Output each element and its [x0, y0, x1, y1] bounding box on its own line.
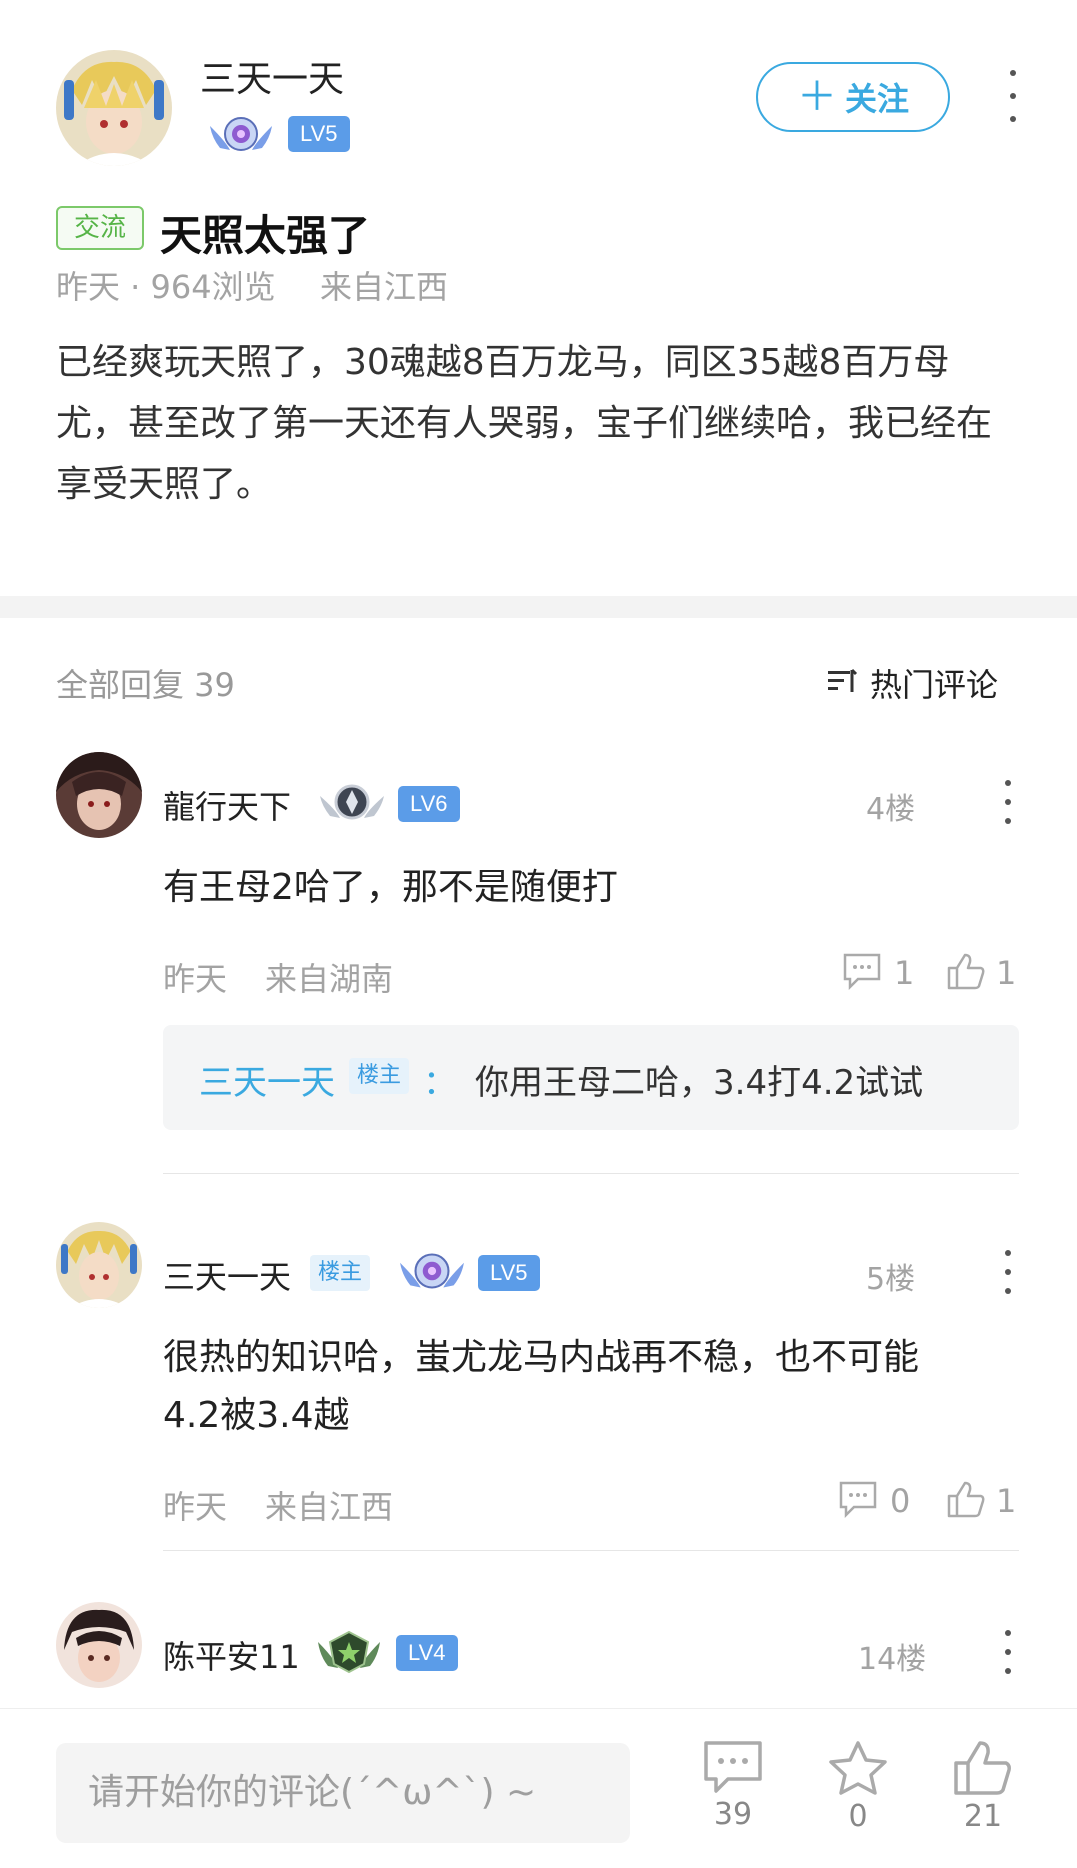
rank-emblem-icon	[316, 1628, 382, 1674]
sub-reply-box[interactable]: 三天一天 楼主 ： 你用王母二哈，3.4打4.2试试	[163, 1025, 1019, 1130]
star-icon	[813, 1739, 903, 1797]
comment-level-badge: LV4	[396, 1635, 458, 1671]
comment-author[interactable]: 三天一天	[163, 1252, 291, 1298]
comment-more-icon[interactable]	[998, 1630, 1018, 1674]
comment-more-icon[interactable]	[998, 1250, 1018, 1294]
comment-text-line2: 4.2被3.4越	[163, 1395, 350, 1436]
author-level-badge: LV5	[288, 116, 350, 152]
favorite-total: 0	[848, 1799, 868, 1834]
comment-author[interactable]: 陈平安11	[163, 1632, 300, 1678]
like-button[interactable]: 1	[946, 952, 1016, 994]
comment-total: 39	[713, 1797, 753, 1832]
comment-location: 来自江西	[265, 1488, 394, 1526]
owner-tag: 楼主	[310, 1255, 371, 1291]
post-tag[interactable]: 交流	[56, 206, 144, 250]
floor-number: 14楼	[858, 1642, 927, 1677]
author-name[interactable]: 三天一天	[200, 50, 344, 102]
sub-reply-separator: ：	[423, 1063, 457, 1103]
author-avatar[interactable]	[56, 50, 172, 166]
post-meta-time: 昨天 · 964浏览	[56, 268, 276, 306]
sort-label: 热门评论	[870, 666, 999, 704]
sub-reply-text: 你用王母二哈，3.4打4.2试试	[475, 1063, 924, 1103]
comment-level-badge: LV5	[478, 1255, 540, 1291]
commenter-avatar[interactable]	[56, 752, 142, 838]
comment-input[interactable]: 请开始你的评论(´^ω^`) ~	[56, 1743, 630, 1843]
comment-bubble-icon	[842, 952, 882, 994]
reply-count: 1	[894, 954, 915, 992]
comment-author[interactable]: 龍行天下	[163, 782, 291, 828]
comment-bubble-icon	[838, 1480, 878, 1522]
comment-level-badge: LV6	[398, 786, 460, 822]
owner-tag: 楼主	[349, 1058, 410, 1094]
comments-button[interactable]: 39	[688, 1739, 778, 1832]
like-button[interactable]: 1	[946, 1480, 1016, 1522]
comment-time: 昨天	[163, 960, 228, 998]
reply-count: 0	[890, 1482, 911, 1520]
comment-location: 来自湖南	[265, 960, 394, 998]
rank-emblem-icon	[208, 112, 274, 156]
comment-text: 有王母2哈了，那不是随便打	[163, 867, 618, 908]
comment-bubble-icon	[688, 1739, 778, 1795]
section-divider	[0, 596, 1077, 618]
floor-number: 4楼	[866, 792, 916, 827]
replies-count: 全部回复 39	[56, 666, 235, 704]
sub-reply-author[interactable]: 三天一天	[199, 1055, 335, 1104]
follow-button[interactable]: ＋ 关注	[756, 62, 950, 132]
post-more-icon[interactable]	[1003, 70, 1023, 122]
follow-label: 关注	[844, 80, 909, 118]
commenter-avatar[interactable]	[56, 1602, 142, 1688]
bottom-action-bar: 请开始你的评论(´^ω^`) ~ 39 0 21	[0, 1708, 1077, 1868]
comment-divider	[163, 1550, 1019, 1551]
like-count: 1	[996, 954, 1017, 992]
post-title: 天照太强了	[160, 211, 371, 260]
like-post-button[interactable]: 21	[938, 1739, 1028, 1834]
plus-icon: ＋	[796, 74, 837, 120]
thumbs-up-icon	[946, 952, 986, 994]
comment-time: 昨天	[163, 1488, 228, 1526]
thumbs-up-icon	[938, 1739, 1028, 1797]
floor-number: 5楼	[866, 1262, 916, 1297]
comment-text-line1: 很热的知识哈，蚩尤龙马内战再不稳，也不可能	[163, 1337, 920, 1378]
reply-button[interactable]: 0	[838, 1480, 910, 1522]
post-meta-location: 来自江西	[320, 268, 449, 306]
comment-more-icon[interactable]	[998, 780, 1018, 824]
sort-button[interactable]: 热门评论	[828, 660, 998, 706]
post-body: 已经爽玩天照了，30魂越8百万龙马，同区35越8百万母尤，甚至改了第一天还有人哭…	[56, 342, 993, 505]
commenter-avatar[interactable]	[56, 1222, 142, 1308]
reply-button[interactable]: 1	[842, 952, 914, 994]
thumbs-up-icon	[946, 1480, 986, 1522]
comment-divider	[163, 1173, 1019, 1174]
favorite-button[interactable]: 0	[813, 1739, 903, 1834]
sort-icon	[828, 668, 858, 698]
rank-emblem-icon	[398, 1248, 466, 1294]
like-total: 21	[963, 1799, 1003, 1834]
like-count: 1	[996, 1482, 1017, 1520]
rank-emblem-icon	[318, 780, 386, 824]
